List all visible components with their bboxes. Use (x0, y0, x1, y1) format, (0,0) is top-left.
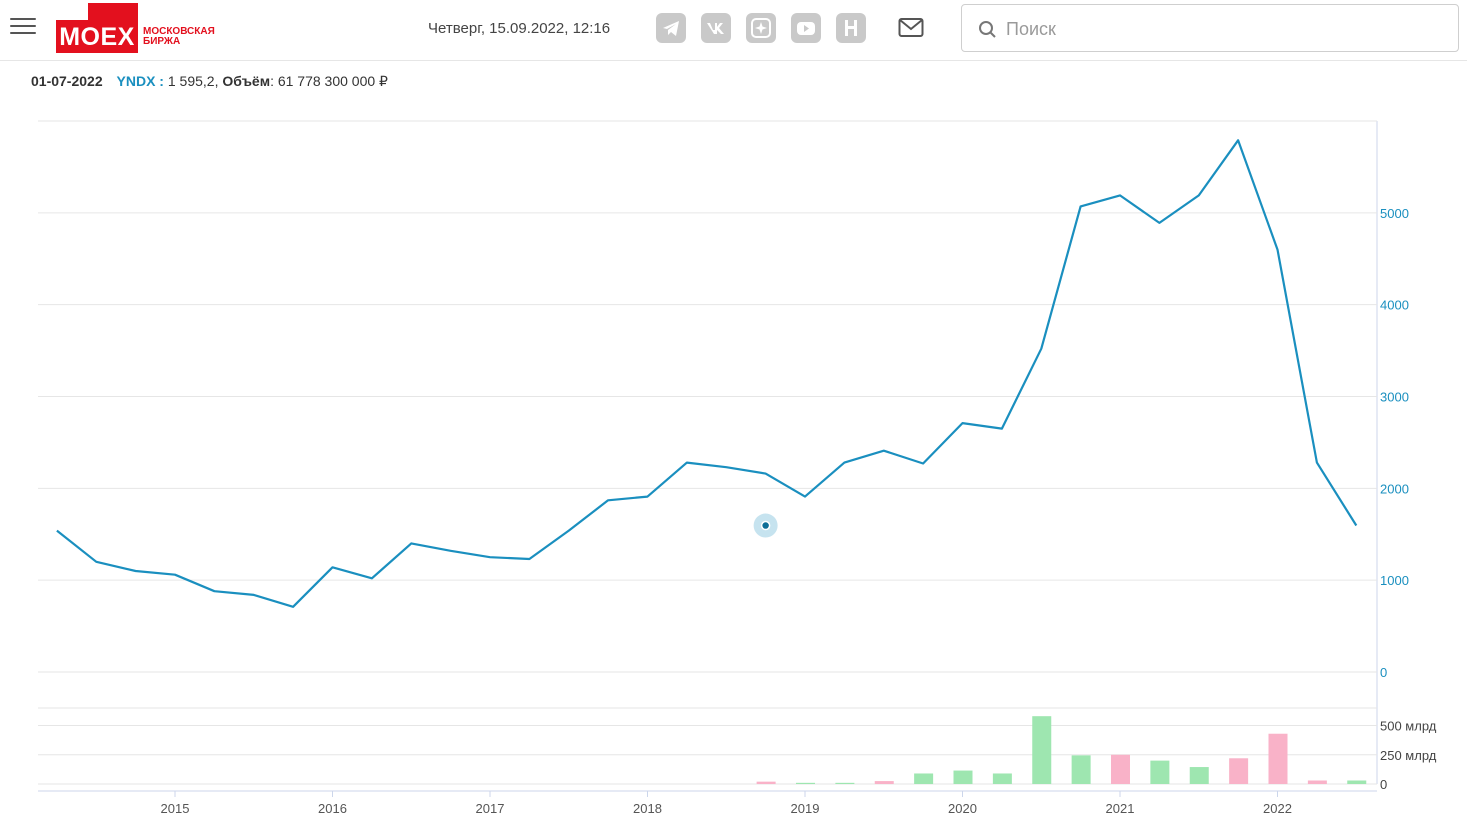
volume-bar (874, 781, 894, 784)
volume-bar (796, 782, 815, 784)
volume-bar (1071, 755, 1091, 784)
x-tick-label: 2018 (633, 801, 662, 816)
volume-bar (756, 781, 776, 784)
x-tick-label: 2021 (1106, 801, 1135, 816)
volume-bar (1150, 760, 1170, 784)
price-tick-label: 5000 (1380, 206, 1409, 221)
x-tick-label: 2015 (161, 801, 190, 816)
price-tick-label: 4000 (1380, 298, 1409, 313)
volume-bar (1307, 780, 1327, 784)
price-tick-label: 3000 (1380, 390, 1409, 405)
volume-bar (1189, 767, 1209, 784)
hover-marker-dot (760, 520, 771, 531)
volume-tick-label: 500 млрд (1380, 719, 1437, 734)
volume-bar (1032, 716, 1052, 784)
price-tick-label: 1000 (1380, 573, 1409, 588)
volume-tick-label: 250 млрд (1380, 748, 1437, 763)
x-tick-label: 2016 (318, 801, 347, 816)
price-tick-label: 0 (1380, 665, 1387, 680)
x-tick-label: 2017 (476, 801, 505, 816)
volume-bar (1229, 758, 1249, 784)
volume-bar (1347, 780, 1367, 784)
price-tick-label: 2000 (1380, 481, 1409, 496)
volume-bar (1111, 754, 1130, 784)
price-line (56, 139, 1358, 608)
x-tick-label: 2019 (791, 801, 820, 816)
volume-bar (992, 773, 1012, 784)
volume-bar (1268, 733, 1288, 784)
volume-bar (914, 773, 934, 784)
volume-bar (835, 782, 855, 784)
volume-tick-label: 0 (1380, 777, 1387, 792)
x-tick-label: 2020 (948, 801, 977, 816)
x-tick-label: 2022 (1263, 801, 1292, 816)
volume-bar (953, 770, 973, 784)
price-volume-chart[interactable]: 0 1000 2000 3000 4000 5000 0 250 млрд 500 млрд 20… (0, 0, 1467, 817)
